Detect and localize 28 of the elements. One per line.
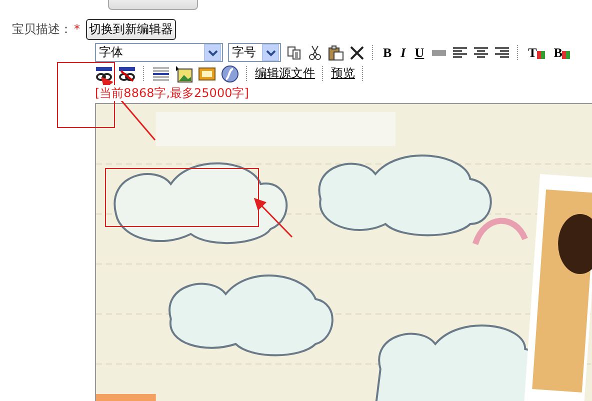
link-icon[interactable] [95,64,113,82]
annotation-arrow [254,198,293,238]
close-icon[interactable] [349,44,365,60]
switch-editor-button[interactable]: 切换到新编辑器 [86,18,176,40]
italic-button[interactable]: I [398,44,408,60]
field-label: 宝贝描述： [12,20,72,38]
toolbar-link[interactable]: 编辑源文件 [255,65,315,82]
image-icon[interactable] [175,64,193,82]
required-mark: * [74,22,80,36]
cut-icon[interactable] [307,44,323,60]
copy-icon[interactable] [286,44,302,60]
color-button[interactable]: T [526,44,547,60]
horizontal-rule-icon[interactable] [152,64,170,82]
size-select[interactable]: 字号 [228,43,281,62]
broken-link-icon[interactable] [118,64,136,82]
color-button[interactable]: B [552,44,572,60]
character-counter: [当前8868字,最多25000字] [95,85,249,101]
underline-button[interactable]: U [412,44,426,60]
align-left-icon[interactable] [452,44,468,60]
annotation-arrow [101,76,156,140]
paste-icon[interactable] [328,44,344,60]
bold-button[interactable]: B [381,44,394,60]
align-right-icon[interactable] [494,44,510,60]
media-icon[interactable] [198,64,216,82]
toolbar-link[interactable]: 预览 [331,65,355,82]
align-center-icon[interactable] [473,44,490,60]
font-select[interactable]: 字体 [95,43,223,62]
flash-icon[interactable] [221,64,239,82]
